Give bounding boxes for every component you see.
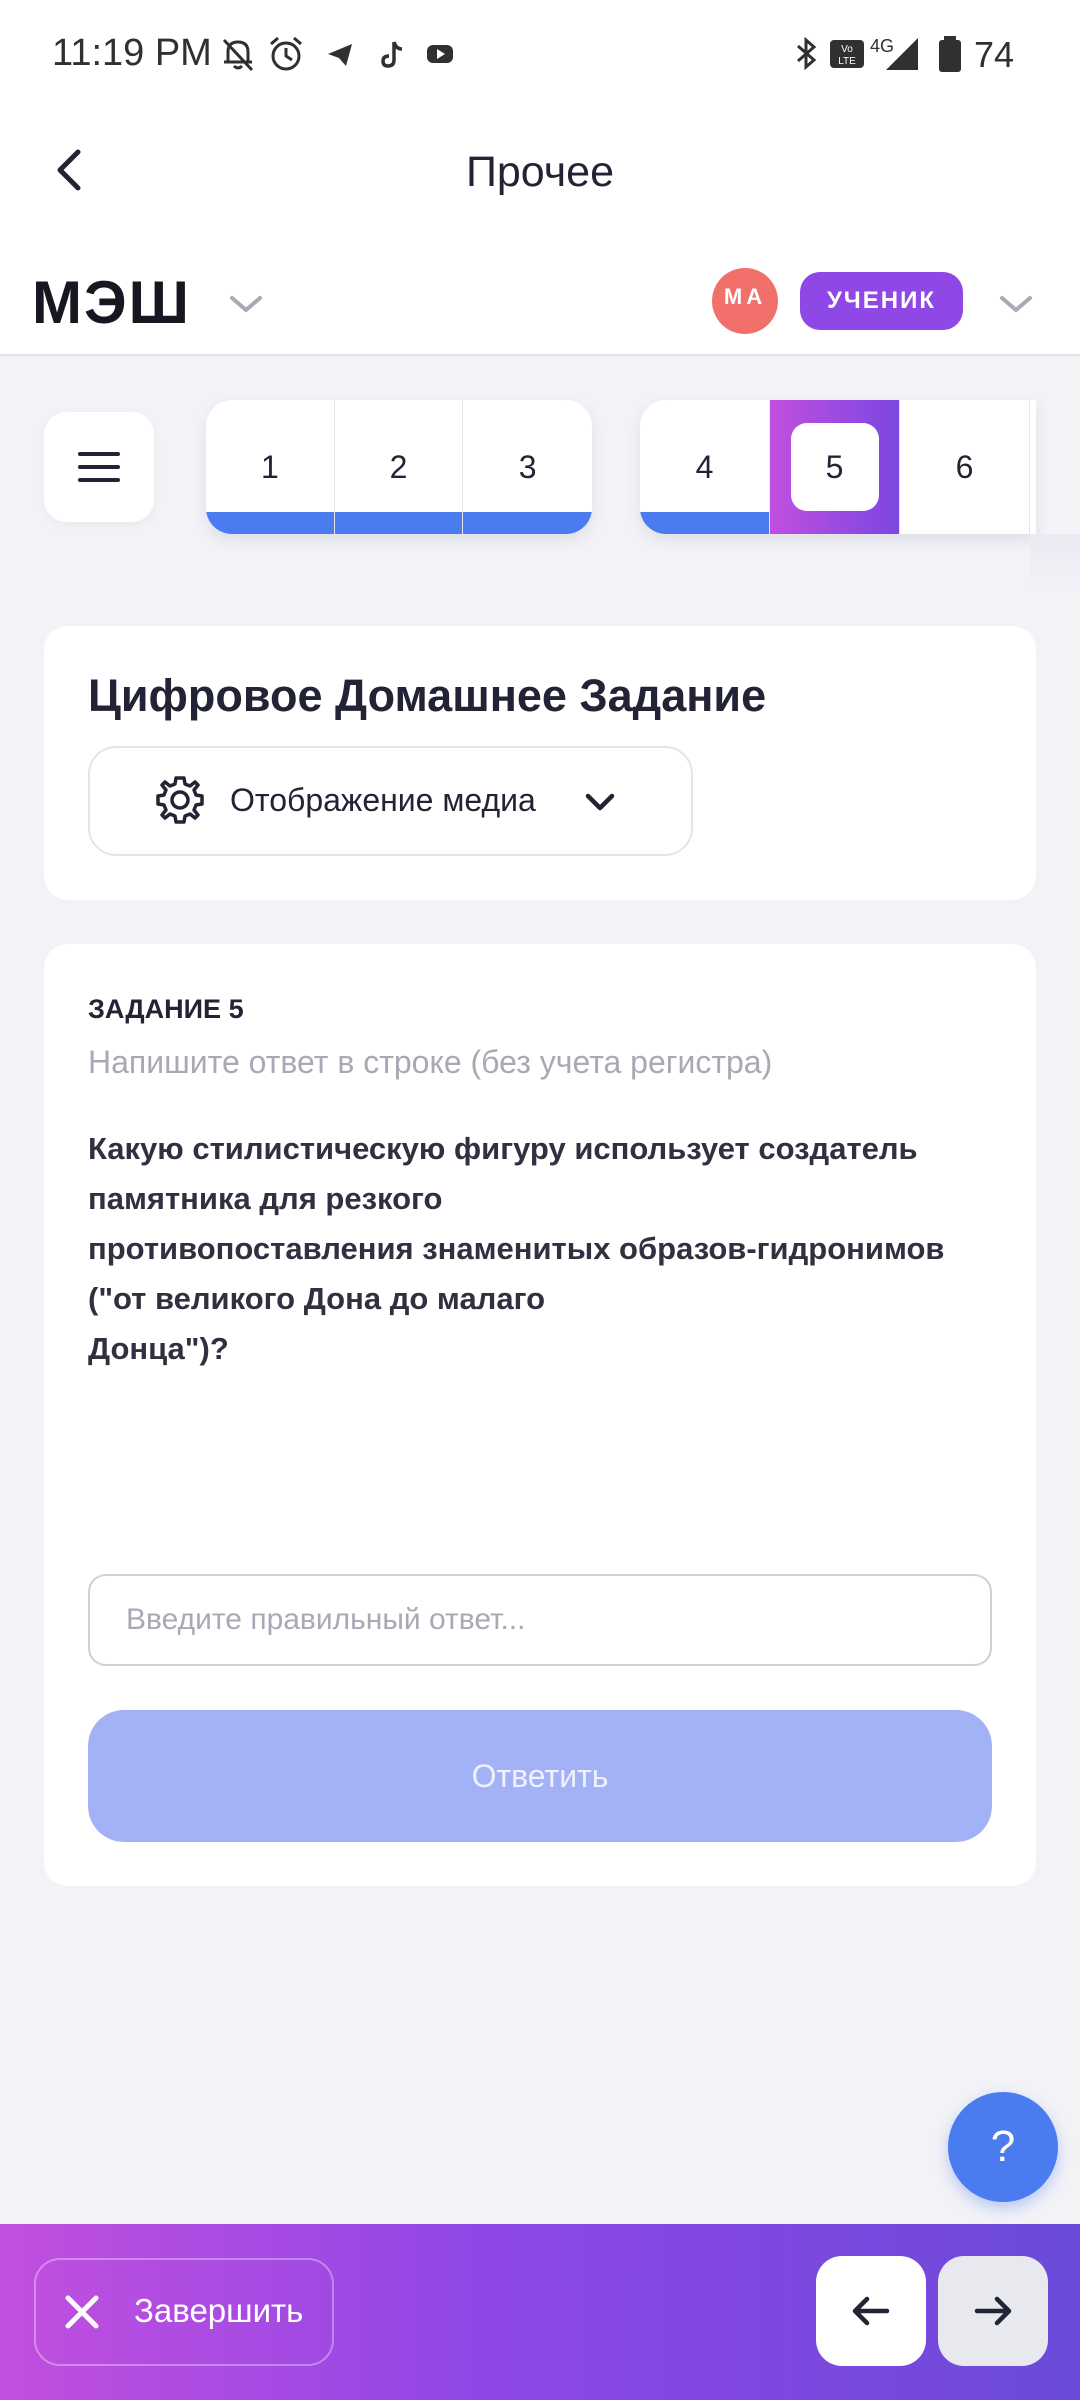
avatar[interactable]: МА bbox=[712, 268, 778, 334]
task-done-indicator bbox=[463, 512, 592, 534]
nav-shadow bbox=[1030, 534, 1080, 594]
task-hint: Напишите ответ в строке (без учета регис… bbox=[88, 1044, 773, 1080]
telegram-icon bbox=[328, 44, 352, 66]
signal-icon bbox=[886, 38, 918, 70]
mesh-logo[interactable]: МЭШ bbox=[32, 268, 191, 337]
svg-text:LTE: LTE bbox=[838, 56, 856, 67]
battery-level: 74 bbox=[974, 34, 1015, 75]
task-tab-4[interactable]: 4 bbox=[640, 400, 770, 534]
role-badge[interactable]: УЧЕНИК bbox=[800, 272, 963, 330]
youtube-icon bbox=[427, 45, 453, 63]
task-group-2: 4 5 6 bbox=[640, 400, 1036, 534]
task-tab-1[interactable]: 1 bbox=[206, 400, 335, 534]
task-done-indicator bbox=[334, 512, 463, 534]
chevron-down-icon[interactable] bbox=[222, 284, 270, 324]
finish-label: Завершить bbox=[134, 2292, 304, 2329]
help-button[interactable]: ? bbox=[948, 2092, 1058, 2202]
task-done-indicator bbox=[640, 512, 769, 534]
svg-text:Vo: Vo bbox=[841, 44, 853, 55]
task-question: Какую стилистическую фигуру использует с… bbox=[88, 1131, 945, 1366]
hamburger-icon bbox=[78, 452, 120, 456]
previous-task-button[interactable] bbox=[816, 2256, 926, 2366]
bluetooth-icon bbox=[797, 36, 817, 71]
task-tab-active-box: 5 bbox=[790, 423, 879, 511]
task-group-1: 1 2 3 bbox=[206, 400, 592, 534]
chevron-down-icon bbox=[585, 793, 615, 811]
bell-off-icon bbox=[222, 38, 254, 72]
task-tab-5[interactable]: 5 bbox=[770, 400, 900, 534]
homework-title: Цифровое Домашнее Задание bbox=[88, 670, 767, 721]
arrow-left-icon bbox=[852, 2296, 890, 2326]
close-icon bbox=[65, 2295, 99, 2329]
chevron-down-icon[interactable] bbox=[992, 284, 1040, 324]
volte-icon: Vo LTE bbox=[830, 40, 864, 68]
task-done-indicator bbox=[206, 512, 334, 534]
task-tab-6[interactable]: 6 bbox=[900, 400, 1030, 534]
media-display-label: Отображение медиа bbox=[230, 782, 536, 818]
page-title: Прочее bbox=[465, 148, 615, 196]
gear-icon bbox=[156, 776, 204, 824]
next-task-button[interactable] bbox=[938, 2256, 1048, 2366]
menu-button[interactable] bbox=[44, 412, 154, 522]
arrow-right-icon bbox=[974, 2296, 1012, 2326]
task-tab-2[interactable]: 2 bbox=[334, 400, 464, 534]
alarm-icon bbox=[270, 36, 302, 71]
answer-input[interactable] bbox=[88, 1574, 992, 1666]
tiktok-icon bbox=[381, 41, 403, 68]
task-number: ЗАДАНИЕ 5 bbox=[88, 994, 244, 1024]
status-time: 11:19 PM bbox=[52, 32, 212, 74]
submit-answer-button[interactable]: Ответить bbox=[88, 1710, 992, 1842]
task-tab-3[interactable]: 3 bbox=[463, 400, 592, 534]
battery-icon bbox=[939, 36, 961, 72]
